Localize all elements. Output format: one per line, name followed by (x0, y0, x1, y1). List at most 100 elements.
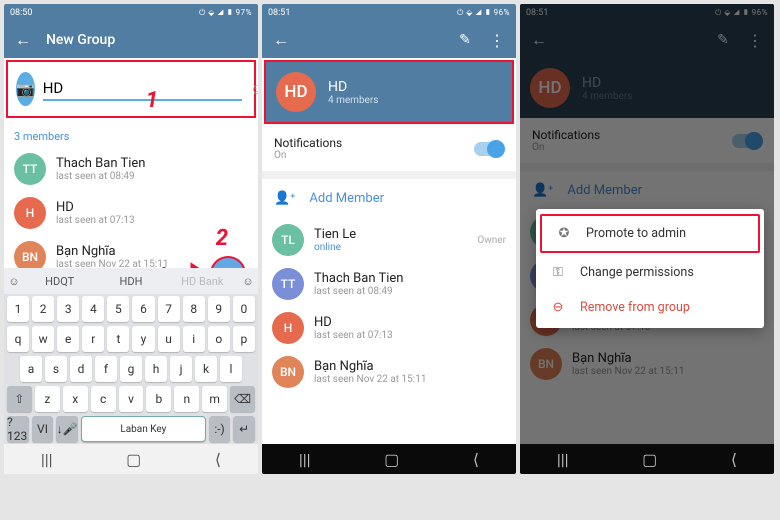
appbar (262, 22, 516, 58)
member-row[interactable]: TL Tien Le online Owner (262, 218, 516, 262)
key[interactable]: 9 (208, 296, 230, 322)
key[interactable]: 4 (82, 296, 104, 322)
key[interactable]: u (158, 326, 180, 352)
nav-recent-icon[interactable]: ||| (299, 450, 311, 469)
page-title: New Group (46, 32, 248, 48)
context-menu-item[interactable]: ✪ Promote to admin (540, 214, 760, 253)
emoji-toggle-icon[interactable]: ☺ (4, 275, 24, 288)
key[interactable]: j (170, 356, 192, 382)
key[interactable]: r (82, 326, 104, 352)
group-avatar[interactable]: HD (276, 72, 316, 112)
back-icon[interactable] (14, 31, 32, 49)
key[interactable]: 5 (107, 296, 129, 322)
notifications-toggle[interactable] (474, 142, 504, 156)
context-item-icon: ⚿ (550, 265, 566, 280)
key-symbols[interactable]: ?123 (7, 416, 29, 442)
key[interactable]: c (91, 386, 116, 412)
emoji-icon[interactable] (250, 79, 258, 99)
key-space[interactable]: Laban Key (81, 416, 206, 442)
member-avatar: H (272, 312, 304, 344)
key[interactable]: x (63, 386, 88, 412)
key[interactable]: i (183, 326, 205, 352)
appbar: New Group (4, 22, 258, 58)
status-bar: 08:50 ⏻ ⬙ ◢ ▮ 97% (4, 4, 258, 22)
keyboard-row: qwertyuiop (4, 324, 258, 354)
context-menu-item[interactable]: ⊖ Remove from group (536, 290, 764, 325)
phone-group-info: 08:51 ⏻ ⬙ ◢ ▮ 96% HD HD 4 members Notifi… (262, 4, 516, 474)
key[interactable]: t (107, 326, 129, 352)
key[interactable]: e (57, 326, 79, 352)
key[interactable]: q (7, 326, 29, 352)
suggestion[interactable]: HDQT (24, 275, 95, 288)
suggestion[interactable]: HD Bank (167, 275, 238, 288)
add-member-row[interactable]: 👤⁺ Add Member (262, 179, 516, 218)
member-avatar: TT (272, 268, 304, 300)
key[interactable]: 7 (158, 296, 180, 322)
member-avatar: TL (272, 224, 304, 256)
key[interactable]: v (119, 386, 144, 412)
key[interactable]: g (120, 356, 142, 382)
nav-recent-icon[interactable]: ||| (557, 450, 569, 469)
member-row[interactable]: TT Thach Ban Tien last seen at 08:49 (262, 262, 516, 306)
back-icon[interactable] (272, 31, 290, 49)
key[interactable]: 1 (7, 296, 29, 322)
member-row[interactable]: BN Bạn Nghĩa last seen Nov 22 at 15:11 (262, 350, 516, 394)
key[interactable]: p (233, 326, 255, 352)
key[interactable]: 2 (32, 296, 54, 322)
group-header: HD HD 4 members (264, 60, 514, 124)
key[interactable]: a (20, 356, 42, 382)
keyboard-row: asdfghjkl (4, 354, 258, 384)
key[interactable]: m (202, 386, 227, 412)
nav-back-icon[interactable]: ⟨ (215, 450, 221, 469)
nav-home-icon[interactable]: ▢ (126, 450, 141, 469)
member-row[interactable]: H HD last seen at 07:13 (262, 306, 516, 350)
notifications-label: Notifications (274, 136, 342, 150)
key[interactable]: 0 (233, 296, 255, 322)
key[interactable]: 3 (57, 296, 79, 322)
nav-home-icon[interactable]: ▢ (642, 450, 657, 469)
nav-recent-icon[interactable]: ||| (41, 450, 53, 469)
key[interactable]: 6 (132, 296, 154, 322)
annotation-1: 1 (146, 88, 158, 113)
group-name-input[interactable] (43, 77, 242, 101)
key[interactable]: 8 (183, 296, 205, 322)
member-avatar: BN (272, 356, 304, 388)
context-item-icon: ⊖ (550, 300, 566, 315)
camera-icon[interactable]: 📷 (16, 72, 35, 106)
key-mic[interactable]: ↓🎤 (56, 416, 78, 442)
key[interactable]: n (174, 386, 199, 412)
edit-icon[interactable] (456, 31, 474, 49)
nav-bar: ||| ▢ ⟨ (520, 444, 774, 474)
key-smile[interactable]: :-) (209, 416, 231, 442)
key-lang[interactable]: VI (32, 416, 54, 442)
notifications-row[interactable]: Notifications On (262, 126, 516, 179)
member-row[interactable]: TT Thach Ban Tien last seen at 08:49 (4, 147, 258, 191)
more-icon[interactable] (488, 31, 506, 49)
key[interactable]: l (220, 356, 242, 382)
nav-back-icon[interactable]: ⟨ (731, 450, 737, 469)
context-menu: ✪ Promote to admin ⚿ Change permissions … (536, 209, 764, 328)
member-status: last seen at 07:13 (314, 330, 393, 341)
context-item-label: Promote to admin (586, 226, 686, 241)
suggestion[interactable]: HDH (95, 275, 166, 288)
key[interactable]: d (70, 356, 92, 382)
key[interactable]: o (208, 326, 230, 352)
nav-back-icon[interactable]: ⟨ (473, 450, 479, 469)
member-status: last seen at 08:49 (314, 286, 404, 297)
emoji-icon[interactable]: ☺ (238, 275, 258, 288)
key[interactable]: w (32, 326, 54, 352)
status-icons: ⏻ ⬙ ◢ ▮ 97% (199, 8, 252, 18)
key[interactable]: b (146, 386, 171, 412)
key[interactable]: z (35, 386, 60, 412)
nav-home-icon[interactable]: ▢ (384, 450, 399, 469)
key[interactable]: ⌫ (230, 386, 255, 412)
key[interactable]: h (145, 356, 167, 382)
context-menu-item[interactable]: ⚿ Change permissions (536, 255, 764, 290)
key[interactable]: k (195, 356, 217, 382)
key[interactable]: f (95, 356, 117, 382)
key[interactable]: y (132, 326, 154, 352)
key[interactable]: ⇧ (7, 386, 32, 412)
key-enter[interactable]: ↵ (233, 416, 255, 442)
member-status: last seen at 07:13 (56, 215, 135, 226)
key[interactable]: s (45, 356, 67, 382)
